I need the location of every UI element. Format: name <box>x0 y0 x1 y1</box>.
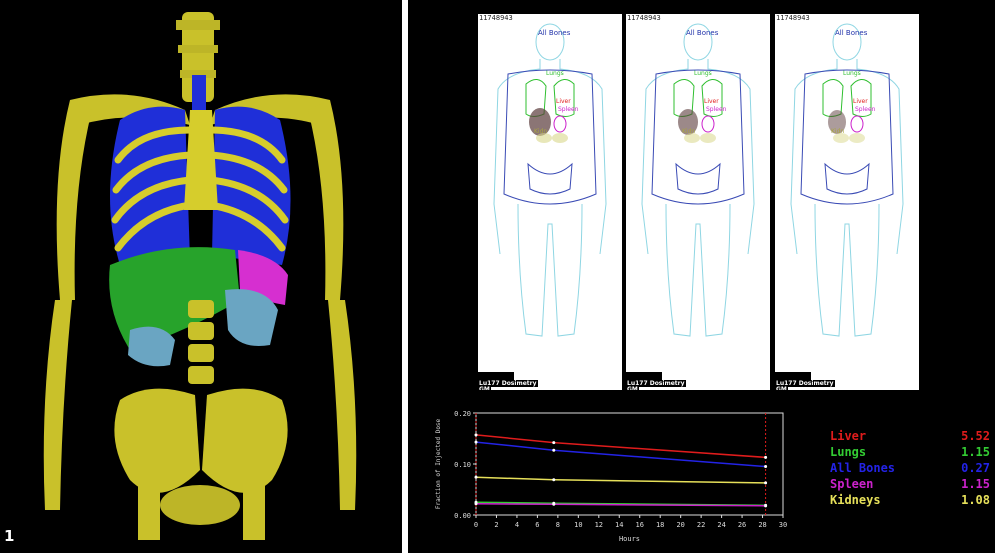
redacted-block <box>478 372 514 380</box>
scan-label-spleen: Spleen <box>706 106 727 113</box>
legend-name-all-bones: All Bones <box>830 461 896 475</box>
x-tick-label: 12 <box>595 521 603 529</box>
legend-name-liver: Liver <box>830 429 867 443</box>
legend-name-lungs: Lungs <box>830 445 867 459</box>
panel-index-label: 1 <box>4 527 15 545</box>
y-tick-label: 0.00 <box>454 512 471 520</box>
legend-name-kidneys: Kidneys <box>830 493 881 507</box>
x-tick-label: 26 <box>738 521 746 529</box>
data-point-liver <box>764 455 768 459</box>
x-tick-label: 0 <box>474 521 478 529</box>
legend-value-all-bones: 0.27 <box>961 461 990 475</box>
scan-footer-initials: GM <box>626 386 639 390</box>
legend-name-spleen: Spleen <box>830 477 874 491</box>
scan-label-spleen: Spleen <box>558 106 579 113</box>
scan-patient-id: 11748943 <box>627 14 661 22</box>
time-activity-chart[interactable]: 0 2 4 6 8 10 12 14 16 18 20 22 24 26 28 30 0.00 0.10 0.20 H… <box>426 405 791 545</box>
planar-scan-2[interactable]: 11748943 All Bones Lungs Liver Spleen Ki… <box>626 14 770 390</box>
scan-label-liver: Liver <box>556 98 571 105</box>
data-point-all-bones <box>552 448 556 452</box>
x-tick-label: 10 <box>574 521 582 529</box>
scan-region-label-all-bones: All Bones <box>538 29 571 37</box>
scan-footer-initials: GM <box>478 386 491 390</box>
data-point-kidneys <box>764 481 768 485</box>
x-tick-label: 28 <box>758 521 766 529</box>
scan-label-lungs: Lungs <box>694 70 712 77</box>
x-tick-label: 4 <box>515 521 519 529</box>
data-point-kidneys <box>552 478 556 482</box>
data-point-kidneys <box>474 475 478 479</box>
legend-value-liver: 5.52 <box>961 429 990 443</box>
data-point-spleen <box>474 502 478 506</box>
scan-patient-id: 11748943 <box>776 14 810 22</box>
skeleton-3d-view[interactable]: 1 <box>0 0 402 553</box>
scan-region-label-all-bones: All Bones <box>686 29 719 37</box>
y-axis-label: Fraction of Injected Dose <box>435 418 442 509</box>
scan-footer: Lu177 Dosimetry GM <box>626 372 770 390</box>
redacted-block <box>775 372 811 380</box>
data-point-liver <box>474 433 478 437</box>
scan-label-lungs: Lungs <box>843 70 861 77</box>
scan-patient-id: 11748943 <box>479 14 513 22</box>
skeleton-render <box>43 12 357 540</box>
dose-legend: Liver 5.52 Lungs 1.15 All Bones 0.27 Spl… <box>830 428 990 508</box>
x-tick-label: 20 <box>676 521 684 529</box>
legend-value-lungs: 1.15 <box>961 445 990 459</box>
x-tick-label: 6 <box>535 521 539 529</box>
data-point-liver <box>552 441 556 445</box>
x-tick-label: 8 <box>556 521 560 529</box>
x-tick-label: 2 <box>494 521 498 529</box>
scan-label-liver: Liver <box>704 98 719 105</box>
planar-scan-1[interactable]: 11748943 All Bones Lungs Liver Spleen Ki… <box>478 14 622 390</box>
y-tick-label: 0.20 <box>454 410 471 418</box>
scan-region-label-all-bones: All Bones <box>835 29 868 37</box>
dosimetry-panel: 11748943 All Bones Lungs Liver Spleen Ki… <box>408 0 995 553</box>
scan-label-spleen: Spleen <box>855 106 876 113</box>
scan-label-liver: Liver <box>853 98 868 105</box>
x-tick-label: 30 <box>779 521 787 529</box>
data-point-spleen <box>764 504 768 508</box>
data-point-all-bones <box>474 440 478 444</box>
scan-footer-initials: GM <box>775 386 788 390</box>
scan-label-kidneys: Kidn <box>682 128 696 135</box>
legend-row-all-bones: All Bones 0.27 <box>830 460 990 476</box>
x-tick-label: 24 <box>717 521 725 529</box>
time-activity-chart-svg: 0 2 4 6 8 10 12 14 16 18 20 22 24 26 28 300.000.100.20H… <box>435 410 787 543</box>
planar-scan-3[interactable]: 11748943 All Bones Lungs Liver Spleen Ki… <box>775 14 919 390</box>
scan-label-kidneys: Kidn <box>831 128 845 135</box>
x-tick-label: 14 <box>615 521 623 529</box>
data-point-spleen <box>552 502 556 506</box>
scan-label-lungs: Lungs <box>546 70 564 77</box>
x-axis-label: Hours <box>619 535 640 543</box>
legend-value-spleen: 1.15 <box>961 477 990 491</box>
legend-value-kidneys: 1.08 <box>961 493 990 507</box>
legend-row-liver: Liver 5.52 <box>830 428 990 444</box>
scan-footer: Lu177 Dosimetry GM <box>775 372 919 390</box>
x-tick-label: 22 <box>697 521 705 529</box>
scan-footer: Lu177 Dosimetry GM <box>478 372 622 390</box>
x-tick-label: 18 <box>656 521 664 529</box>
legend-row-kidneys: Kidneys 1.08 <box>830 492 990 508</box>
legend-row-spleen: Spleen 1.15 <box>830 476 990 492</box>
x-tick-label: 16 <box>636 521 644 529</box>
legend-row-lungs: Lungs 1.15 <box>830 444 990 460</box>
y-tick-label: 0.10 <box>454 461 471 469</box>
scan-label-kidneys: Kidn <box>534 128 548 135</box>
data-point-all-bones <box>764 465 768 469</box>
redacted-block <box>626 372 662 380</box>
